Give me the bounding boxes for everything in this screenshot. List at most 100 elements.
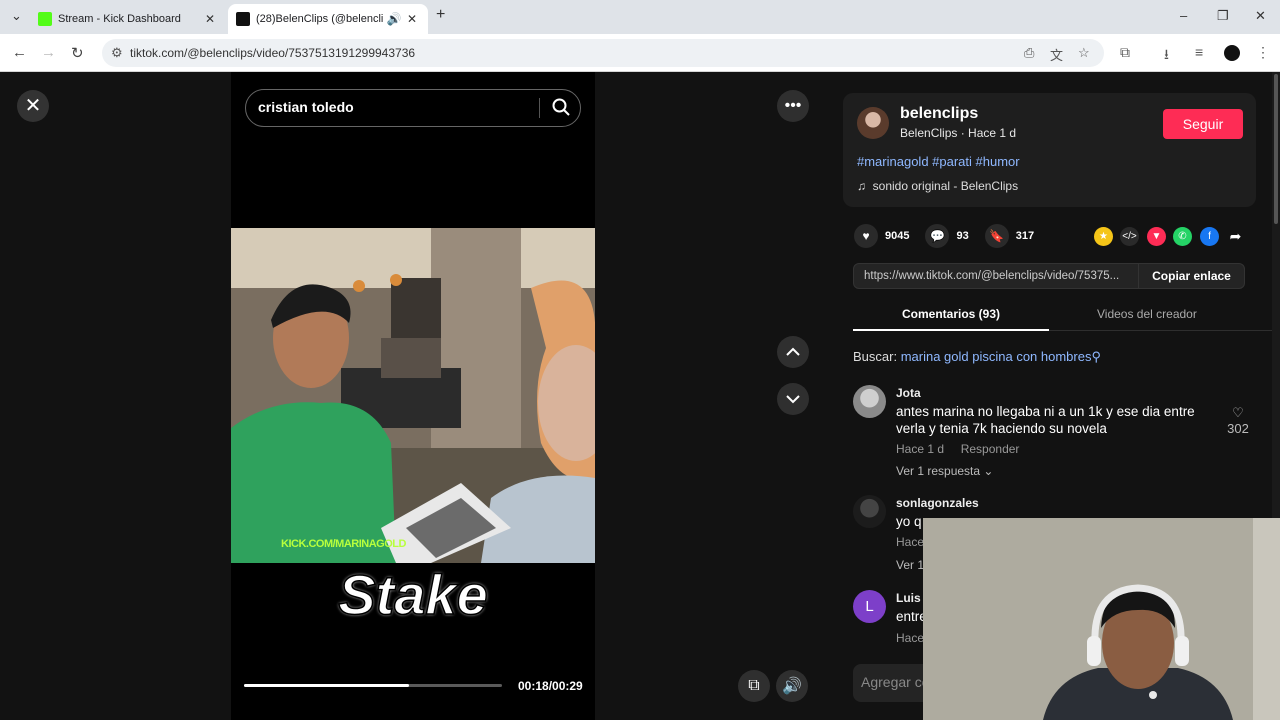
comment-avatar[interactable] [853, 495, 886, 528]
video-time: 00:18/00:29 [518, 679, 583, 693]
gift-share-icon[interactable]: ★ [1094, 227, 1113, 246]
author-avatar[interactable] [857, 107, 889, 139]
downloads-icon[interactable]: ⭳ [1164, 44, 1169, 68]
facebook-icon[interactable]: f [1200, 227, 1219, 246]
comment-avatar[interactable]: L [853, 590, 886, 623]
reload-icon[interactable]: ↻ [71, 44, 84, 62]
search-icon[interactable] [551, 97, 571, 122]
site-info-icon[interactable]: ⚙ [111, 45, 123, 61]
comment-username[interactable]: sonlagonzales [896, 496, 979, 510]
video-progress-bar[interactable] [244, 684, 502, 687]
comment-like[interactable]: ♡ 302 [1223, 405, 1253, 436]
close-video-button[interactable]: ✕ [17, 90, 49, 122]
scrollbar-thumb[interactable] [1274, 74, 1278, 224]
author-subtitle: BelenClips · Hace 1 d [900, 126, 1017, 140]
tiktok-favicon-icon [236, 12, 250, 26]
music-note-icon: ♫ [857, 179, 866, 193]
more-options-button[interactable]: ••• [777, 90, 809, 122]
comment-time: Hace [896, 631, 925, 645]
save-stat[interactable]: 🔖 317 [984, 224, 1034, 248]
profile-avatar[interactable] [1224, 45, 1240, 61]
tab-creator-videos[interactable]: Videos del creador [1097, 307, 1197, 321]
sound-label: sonido original - BelenClips [872, 179, 1019, 193]
author-username[interactable]: belenclips [900, 105, 978, 123]
video-scene-image [231, 228, 595, 563]
chevron-down-icon: ⌄ [983, 464, 994, 478]
comment-meta: Hace 1 d Responder [896, 442, 1019, 456]
view-replies-label: Ver 1 respuesta [896, 464, 981, 478]
whatsapp-icon[interactable]: ✆ [1173, 227, 1192, 246]
copy-link-button[interactable]: Copiar enlace [1138, 264, 1244, 288]
window-close-icon[interactable]: ✕ [1255, 8, 1266, 24]
tab-comments[interactable]: Comentarios (93) [902, 307, 1000, 321]
browser-tab-tiktok[interactable]: (28)BelenClips (@belenclips 🔊 ✕ [228, 4, 428, 34]
media-control-icon[interactable]: ≡ [1195, 44, 1203, 60]
hashtags[interactable]: #marinagold #parati #humor [857, 154, 1020, 169]
bookmark-star-icon[interactable]: ☆ [1078, 45, 1090, 61]
tab-search-icon[interactable]: ⌄ [11, 8, 22, 24]
share-arrow-icon[interactable]: ➦ [1226, 227, 1245, 246]
video-link-text[interactable]: https://www.tiktok.com/@belenclips/video… [864, 270, 1119, 282]
url-text[interactable]: tiktok.com/@belenclips/video/75375131912… [130, 46, 415, 60]
floating-player-button[interactable]: ⧉ [738, 670, 770, 702]
forward-icon[interactable]: → [41, 44, 56, 61]
browser-tab-bar: ⌄ Stream - Kick Dashboard ✕ (28)BelenCli… [0, 0, 1280, 34]
search-suggestion[interactable]: Buscar: marina gold piscina con hombres⚲ [853, 349, 1101, 365]
like-stat[interactable]: ♥ 9045 [854, 224, 909, 248]
maximize-icon[interactable]: ❐ [1217, 8, 1229, 24]
comment-time: Hace 1 d [896, 442, 945, 456]
video-player[interactable]: KICK.COM/MARINAGOLD Stake 00:18/00:29 [231, 72, 595, 720]
browser-menu-icon[interactable]: ⋮ [1256, 44, 1270, 61]
search-suggestion-label: Buscar: [853, 349, 898, 364]
close-tab-icon[interactable]: ✕ [404, 12, 420, 26]
comment-text: antes marina no llegaba ni a un 1k y ese… [896, 404, 1195, 436]
video-progress-fill [244, 684, 410, 687]
comment-stat[interactable]: 💬 93 [925, 224, 969, 248]
comment-like-count: 302 [1227, 421, 1249, 436]
minimize-icon[interactable]: – [1180, 8, 1187, 23]
back-icon[interactable]: ← [12, 44, 27, 61]
search-suggestion-query[interactable]: marina gold piscina con hombres [901, 349, 1092, 364]
kick-favicon-icon [38, 12, 52, 26]
search-small-icon: ⚲ [1091, 349, 1102, 364]
video-frame[interactable]: KICK.COM/MARINAGOLD [231, 228, 595, 563]
translate-icon[interactable]: 文 [1050, 45, 1063, 64]
chevron-up-icon [786, 347, 800, 356]
send-share-icon[interactable]: ▼ [1147, 227, 1166, 246]
heart-outline-icon[interactable]: ♡ [1223, 405, 1253, 421]
new-tab-icon[interactable]: + [436, 6, 445, 24]
webcam-image [923, 518, 1280, 720]
heart-icon[interactable]: ♥ [854, 224, 878, 248]
close-tab-icon[interactable]: ✕ [202, 12, 218, 26]
copy-link-box: https://www.tiktok.com/@belenclips/video… [853, 263, 1245, 289]
install-app-icon[interactable]: ⎙ [1024, 45, 1034, 61]
comment-username[interactable]: Luis [896, 591, 921, 605]
comment-username[interactable]: Jota [896, 386, 921, 400]
comment-count: 93 [956, 230, 969, 242]
embed-code-icon[interactable]: </> [1120, 227, 1139, 246]
comment-icon[interactable]: 💬 [925, 224, 950, 248]
search-divider [539, 98, 540, 118]
chevron-down-icon [786, 395, 800, 404]
search-input[interactable] [258, 99, 528, 115]
audio-playing-icon[interactable]: 🔊 [384, 12, 404, 26]
view-replies-button[interactable]: Ver 1 respuesta ⌄ [896, 464, 993, 478]
tab-title: (28)BelenClips (@belenclips [256, 13, 384, 25]
reply-button[interactable]: Responder [961, 442, 1020, 456]
sound-row[interactable]: ♫ sonido original - BelenClips [857, 179, 1018, 193]
previous-video-button[interactable] [777, 336, 809, 368]
extensions-icon[interactable]: ⧉ [1120, 44, 1130, 61]
comment-avatar[interactable] [853, 385, 886, 418]
next-video-button[interactable] [777, 383, 809, 415]
address-bar[interactable]: ⚙ tiktok.com/@belenclips/video/753751319… [102, 39, 1104, 67]
volume-button[interactable]: 🔊 [776, 670, 808, 702]
bookmark-icon[interactable]: 🔖 [984, 224, 1009, 248]
browser-tab-kick[interactable]: Stream - Kick Dashboard ✕ [30, 4, 226, 34]
video-search-bar [245, 89, 581, 127]
follow-button[interactable]: Seguir [1163, 109, 1243, 139]
like-count: 9045 [885, 230, 910, 242]
view-replies-button[interactable]: Ver 1 [896, 558, 924, 572]
video-watermark: KICK.COM/MARINAGOLD [281, 538, 406, 550]
stats-row: ♥ 9045 💬 93 🔖 317 [854, 224, 1050, 248]
browser-toolbar: ← → ↻ ⚙ tiktok.com/@belenclips/video/753… [0, 34, 1280, 72]
